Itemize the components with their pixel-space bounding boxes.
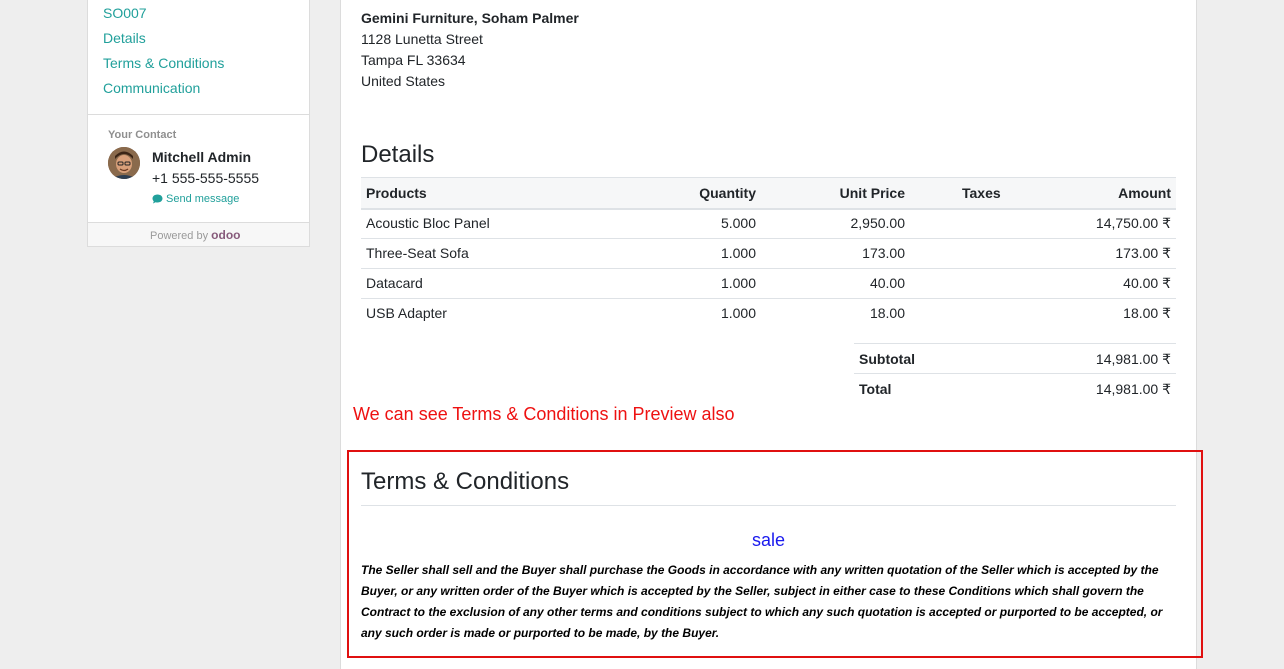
table-header: Products Quantity Unit Price Taxes Amoun… <box>361 177 1176 210</box>
terms-divider <box>361 505 1176 506</box>
send-message-label: Send message <box>166 193 240 205</box>
column-quantity: Quantity <box>699 185 756 201</box>
sidebar-link-communication[interactable]: Communication <box>103 80 200 96</box>
sidebar-link-order[interactable]: SO007 <box>103 5 147 21</box>
subtotal-value: 14,981.00 ₹ <box>1095 351 1171 367</box>
sidebar-divider <box>88 114 309 115</box>
table-row: Three-Seat Sofa 1.000 173.00 173.00 ₹ <box>361 238 1176 269</box>
product-name: USB Adapter <box>366 305 447 321</box>
annotation-note: We can see Terms & Conditions in Preview… <box>353 404 735 424</box>
total-value: 14,981.00 ₹ <box>1095 381 1171 397</box>
amount: 40.00 ₹ <box>1123 275 1171 291</box>
address-line: Tampa FL 33634 <box>361 52 466 68</box>
avatar <box>108 147 140 179</box>
unit-price: 173.00 <box>862 245 905 261</box>
terms-body: The Seller shall sell and the Buyer shal… <box>361 563 1163 640</box>
product-name: Acoustic Bloc Panel <box>366 215 490 231</box>
subtotal-row: Subtotal 14,981.00 ₹ <box>854 343 1176 374</box>
unit-price: 2,950.00 <box>850 215 906 231</box>
odoo-logo[interactable]: odoo <box>211 228 240 242</box>
column-amount: Amount <box>1118 185 1171 201</box>
amount: 14,750.00 ₹ <box>1095 215 1171 231</box>
terms-subtitle: sale <box>751 530 786 550</box>
address-line: 1128 Lunetta Street <box>361 31 483 47</box>
column-taxes: Taxes <box>962 185 1001 201</box>
amount: 173.00 ₹ <box>1115 245 1171 261</box>
contact-phone: +1 555-555-5555 <box>152 170 260 186</box>
total-label: Total <box>859 381 892 397</box>
quantity: 1.000 <box>720 275 756 291</box>
powered-by-label: Powered by <box>150 230 209 242</box>
terms-title: Terms & Conditions <box>361 468 570 495</box>
sidebar-link-terms[interactable]: Terms & Conditions <box>103 55 224 71</box>
details-title: Details <box>361 141 435 168</box>
total-row: Total 14,981.00 ₹ <box>854 373 1176 404</box>
contact-heading: Your Contact <box>108 129 177 141</box>
powered-by: Powered by odoo <box>150 228 240 242</box>
column-products: Products <box>366 185 427 201</box>
table-row: USB Adapter 1.000 18.00 18.00 ₹ <box>361 298 1176 328</box>
column-unit-price: Unit Price <box>839 185 905 201</box>
contact-name: Mitchell Admin <box>152 149 252 165</box>
table-row: Datacard 1.000 40.00 40.00 ₹ <box>361 268 1176 299</box>
chat-bubble-icon <box>152 194 163 204</box>
product-name: Datacard <box>366 275 423 291</box>
address-line: United States <box>361 73 446 89</box>
portal-sidebar: SO007 Details Terms & Conditions Communi… <box>87 0 310 247</box>
powered-by-bar: Powered by odoo <box>88 223 309 246</box>
send-message-link[interactable]: Send message <box>152 193 239 205</box>
quantity: 1.000 <box>720 245 756 261</box>
quantity: 5.000 <box>720 215 756 231</box>
table-row: Acoustic Bloc Panel 5.000 2,950.00 14,75… <box>361 208 1176 239</box>
subtotal-label: Subtotal <box>859 351 915 367</box>
quantity: 1.000 <box>720 305 756 321</box>
customer-name: Gemini Furniture, Soham Palmer <box>361 10 579 26</box>
unit-price: 18.00 <box>869 305 905 321</box>
unit-price: 40.00 <box>869 275 905 291</box>
product-name: Three-Seat Sofa <box>366 245 469 261</box>
sidebar-link-details[interactable]: Details <box>103 30 146 46</box>
amount: 18.00 ₹ <box>1123 305 1171 321</box>
